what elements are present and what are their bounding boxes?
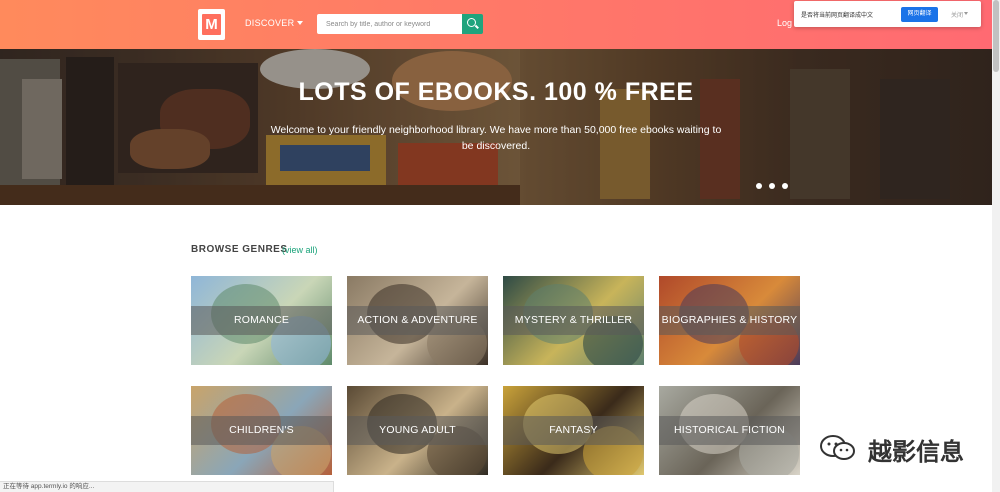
genre-tile[interactable]: ROMANCE — [191, 276, 332, 365]
hero-carousel: LOTS OF EBOOKS. 100 % FREE Welcome to yo… — [0, 49, 992, 205]
carousel-dot-1[interactable] — [756, 183, 762, 189]
wechat-icon — [820, 435, 855, 460]
chevron-down-icon[interactable] — [964, 12, 968, 15]
genre-label: MYSTERY & THRILLER — [514, 314, 633, 326]
browse-genres-heading: BROWSE GENRES — [191, 244, 288, 255]
genre-tile[interactable]: ACTION & ADVENTURE — [347, 276, 488, 365]
genre-tile[interactable]: YOUNG ADULT — [347, 386, 488, 475]
login-link[interactable]: Log — [777, 18, 792, 28]
caret-down-icon — [297, 21, 304, 25]
carousel-dot-2[interactable] — [769, 183, 775, 189]
genre-label: YOUNG ADULT — [379, 424, 456, 436]
translate-question: 是否将当前网页翻译成中文 — [801, 13, 874, 19]
hero-subtitle: Welcome to your friendly neighborhood li… — [270, 124, 722, 152]
view-all-genres-link[interactable]: (view all) — [282, 245, 318, 255]
genre-label: FANTASY — [549, 424, 598, 436]
genre-tile[interactable]: FANTASY — [503, 386, 644, 475]
genre-label: ACTION & ADVENTURE — [357, 314, 478, 326]
page-scrollbar[interactable] — [992, 0, 1000, 492]
genre-label: HISTORICAL FICTION — [674, 424, 785, 436]
genre-tile[interactable]: MYSTERY & THRILLER — [503, 276, 644, 365]
watermark-text: 越影信息 — [868, 438, 964, 466]
genre-tile[interactable]: HISTORICAL FICTION — [659, 386, 800, 475]
close-translate-button[interactable]: 关闭 — [951, 10, 963, 19]
site-logo[interactable]: M — [198, 9, 225, 40]
genre-tile[interactable]: BIOGRAPHIES & HISTORY — [659, 276, 800, 365]
scrollbar-thumb[interactable] — [993, 0, 999, 72]
hero-title: LOTS OF EBOOKS. 100 % FREE — [298, 78, 694, 106]
translate-button[interactable]: 网页翻译 — [901, 7, 938, 22]
genre-label: CHILDREN'S — [229, 424, 294, 436]
logo-letter: M — [205, 16, 218, 33]
discover-label: DISCOVER — [245, 18, 295, 28]
genre-label: ROMANCE — [233, 314, 290, 326]
genre-label: BIOGRAPHIES & HISTORY — [661, 314, 798, 326]
search-button[interactable] — [462, 14, 483, 34]
genre-tile[interactable]: CHILDREN'S — [191, 386, 332, 475]
translate-popup: 是否将当前网页翻译成中文 网页翻译 关闭 — [794, 1, 981, 27]
discover-menu[interactable]: DISCOVER — [245, 18, 304, 28]
browser-status-bar: 正在等待 app.termly.io 的响应... — [0, 481, 334, 492]
search-input[interactable] — [317, 14, 463, 34]
carousel-dot-3[interactable] — [782, 183, 788, 189]
